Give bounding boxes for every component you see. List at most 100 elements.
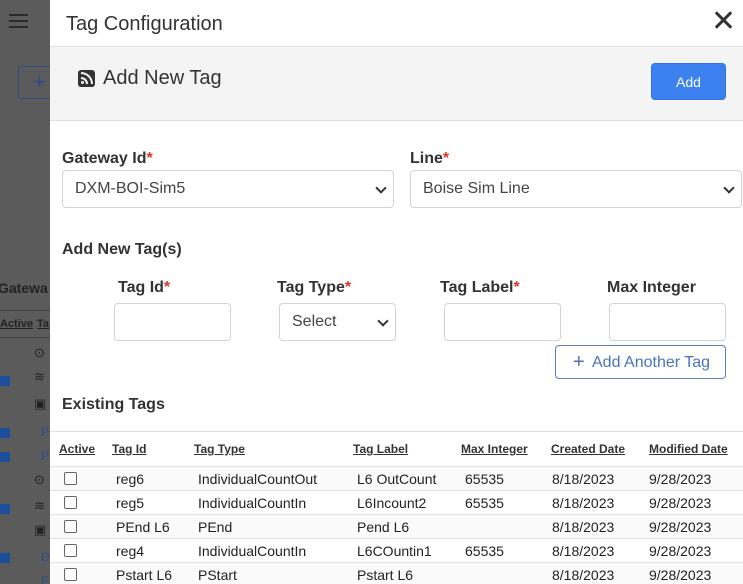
cell-modified-date: 9/28/2023 (649, 519, 712, 535)
cell-max-integer: 65535 (465, 543, 504, 559)
cell-tag-id: PEnd L6 (116, 519, 170, 535)
close-icon[interactable] (712, 9, 734, 31)
line-value: Boise Sim Line (423, 180, 530, 197)
background-link[interactable]: F (41, 574, 48, 584)
background-checkbox[interactable] (0, 428, 10, 438)
rss-icon: ≋ (34, 369, 45, 384)
cell-created-date: 8/18/2023 (552, 567, 615, 583)
background-link[interactable]: P (41, 425, 49, 439)
tag-type-value: Select (292, 313, 337, 330)
cell-tag-label: L6COuntin1 (357, 543, 432, 559)
cell-tag-id: reg4 (116, 543, 145, 559)
add-button[interactable]: Add (651, 63, 726, 100)
max-integer-input[interactable] (609, 303, 726, 341)
background-app: + Gatewa Active Ta ⊙ ≋ ▣ P P ⊙ ≋ ▣ D F (0, 0, 50, 584)
cell-max-integer: 65535 (465, 471, 504, 487)
background-checkbox[interactable] (0, 504, 10, 514)
background-link[interactable]: D (41, 550, 50, 564)
section-title: Add New Tag (103, 67, 222, 89)
col-max-integer[interactable]: Max Integer (461, 442, 528, 456)
cell-tag-type: IndividualCountIn (198, 543, 307, 559)
cell-modified-date: 9/28/2023 (649, 471, 712, 487)
table-row: reg4 IndividualCountIn L6COuntin1 65535 … (50, 538, 743, 562)
cell-max-integer: 65535 (465, 495, 504, 511)
table-row: Pstart L6 PStart Pstart L6 8/18/2023 9/2… (50, 562, 743, 584)
active-checkbox[interactable] (64, 568, 77, 581)
tag-configuration-modal: Tag Configuration Add New Tag Add Gatewa… (50, 0, 743, 584)
background-col-active: Active (0, 318, 34, 330)
cell-created-date: 8/18/2023 (552, 471, 615, 487)
cell-created-date: 8/18/2023 (552, 543, 615, 559)
background-add-button[interactable]: + (18, 66, 50, 99)
chevron-down-icon (377, 315, 389, 327)
add-new-tag-header: Add New Tag Add (50, 47, 743, 121)
background-link[interactable]: P (41, 449, 49, 463)
tag-label-input[interactable] (444, 303, 561, 341)
line-select[interactable]: Boise Sim Line (410, 170, 742, 208)
add-another-tag-button[interactable]: + Add Another Tag (555, 345, 726, 379)
cell-tag-label: Pstart L6 (357, 567, 414, 583)
col-active[interactable]: Active (59, 442, 95, 456)
plus-icon: + (573, 351, 585, 373)
cell-tag-label: L6 OutCount (357, 471, 437, 487)
line-label: Line* (410, 150, 450, 167)
rss-icon: ≋ (34, 498, 45, 513)
cell-tag-id: Pstart L6 (116, 567, 173, 583)
cell-tag-label: L6Incount2 (357, 495, 427, 511)
col-tag-label[interactable]: Tag Label (353, 442, 408, 456)
cell-modified-date: 9/28/2023 (649, 567, 712, 583)
active-checkbox[interactable] (64, 544, 77, 557)
table-row: PEnd L6 PEnd Pend L6 8/18/2023 9/28/2023 (50, 514, 743, 538)
plus-icon: + (33, 69, 46, 94)
cell-tag-type: IndividualCountIn (198, 495, 307, 511)
gateway-id-select[interactable]: DXM-BOI-Sim5 (62, 170, 394, 208)
cell-tag-type: PEnd (198, 519, 233, 535)
cell-modified-date: 9/28/2023 (649, 543, 712, 559)
col-created-date[interactable]: Created Date (551, 442, 625, 456)
cell-tag-id: reg6 (116, 471, 145, 487)
existing-tags-table: Active Tag Id Tag Type Tag Label Max Int… (50, 431, 743, 584)
modal-title: Tag Configuration (66, 13, 223, 35)
chevron-down-icon (723, 182, 735, 194)
table-row: reg5 IndividualCountIn L6Incount2 65535 … (50, 490, 743, 514)
cell-tag-type: PStart (198, 567, 237, 583)
background-checkbox[interactable] (0, 553, 10, 563)
cube-icon: ▣ (34, 522, 47, 537)
cell-created-date: 8/18/2023 (552, 519, 615, 535)
cell-tag-label: Pend L6 (357, 519, 410, 535)
active-checkbox[interactable] (64, 520, 77, 533)
rss-icon (78, 70, 95, 87)
background-checkbox[interactable] (0, 376, 10, 386)
col-modified-date[interactable]: Modified Date (649, 442, 728, 456)
tag-id-input[interactable] (114, 303, 231, 341)
table-row: reg6 IndividualCountOut L6 OutCount 6553… (50, 466, 743, 490)
col-tag-id[interactable]: Tag Id (112, 442, 146, 456)
cell-tag-id: reg5 (116, 495, 145, 511)
tag-type-label: Tag Type* (277, 279, 352, 296)
cell-modified-date: 9/28/2023 (649, 495, 712, 511)
tag-type-select[interactable]: Select (279, 303, 396, 341)
location-pin-icon: ⊙ (34, 345, 45, 360)
tag-label-label: Tag Label* (440, 279, 520, 296)
cell-tag-type: IndividualCountOut (198, 471, 318, 487)
max-integer-label: Max Integer (607, 279, 696, 296)
active-checkbox[interactable] (64, 472, 77, 485)
add-new-tags-heading: Add New Tag(s) (62, 241, 182, 258)
background-table-header: Active Ta (0, 310, 50, 338)
existing-tags-heading: Existing Tags (62, 396, 165, 413)
active-checkbox[interactable] (64, 496, 77, 509)
hamburger-icon[interactable] (9, 14, 28, 29)
table-header: Active Tag Id Tag Type Tag Label Max Int… (50, 431, 743, 466)
background-heading: Gatewa (0, 280, 48, 296)
col-tag-type[interactable]: Tag Type (194, 442, 245, 456)
background-checkbox[interactable] (0, 452, 10, 462)
tag-id-label: Tag Id* (118, 279, 171, 296)
chevron-down-icon (375, 182, 387, 194)
gateway-id-value: DXM-BOI-Sim5 (75, 180, 186, 197)
background-col-tag: Ta (37, 318, 50, 330)
cube-icon: ▣ (34, 396, 47, 411)
cell-created-date: 8/18/2023 (552, 495, 615, 511)
location-pin-icon: ⊙ (34, 472, 45, 487)
gateway-id-label: Gateway Id* (62, 150, 153, 167)
modal-header: Tag Configuration (50, 0, 743, 47)
